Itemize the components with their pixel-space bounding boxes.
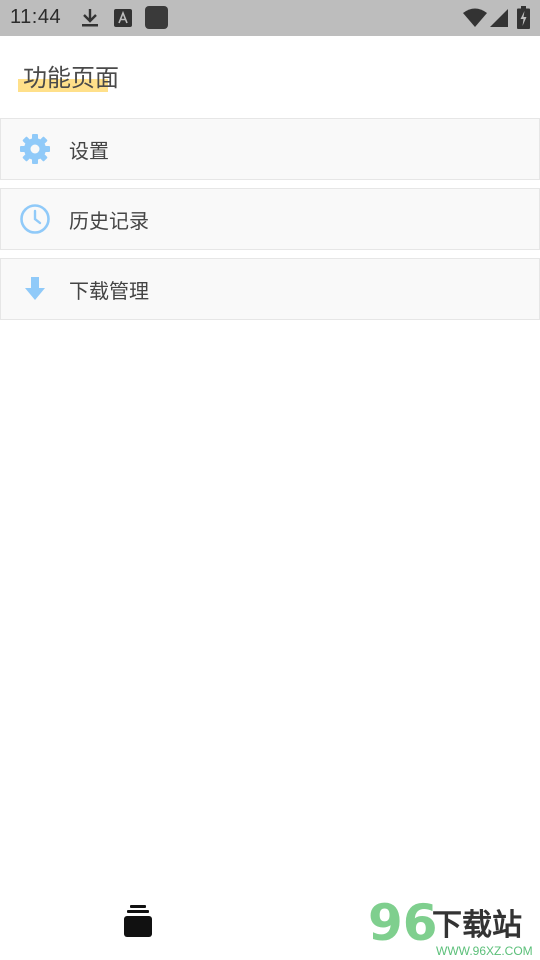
a-text-icon — [114, 9, 132, 27]
watermark-title: 下载站 — [432, 908, 522, 943]
arrow-down-icon — [25, 277, 45, 300]
menu-item-label: 设置 — [69, 139, 109, 163]
signal-icon — [490, 9, 508, 27]
gear-icon — [20, 134, 50, 164]
clock-icon — [20, 204, 50, 234]
status-bar: 11:44 — [0, 0, 540, 36]
status-time: 11:44 — [10, 6, 62, 28]
watermark-url: WWW.96XZ.COM — [436, 944, 533, 958]
menu-item-settings[interactable]: 设置 — [0, 118, 540, 180]
menu-item-history[interactable]: 历史记录 — [0, 188, 540, 250]
app-square-icon — [145, 6, 168, 29]
watermark-digits: 96 — [368, 894, 438, 952]
menu-item-label: 下载管理 — [69, 279, 149, 303]
battery-charging-icon — [517, 6, 530, 29]
watermark-logo: 96 下载站 WWW.96XZ.COM — [368, 894, 540, 960]
download-icon — [82, 9, 98, 27]
wifi-icon — [463, 8, 487, 27]
menu-item-downloads[interactable]: 下载管理 — [0, 258, 540, 320]
menu-item-label: 历史记录 — [69, 209, 149, 233]
stack-icon[interactable] — [123, 905, 153, 939]
page-title: 功能页面 — [23, 64, 119, 92]
